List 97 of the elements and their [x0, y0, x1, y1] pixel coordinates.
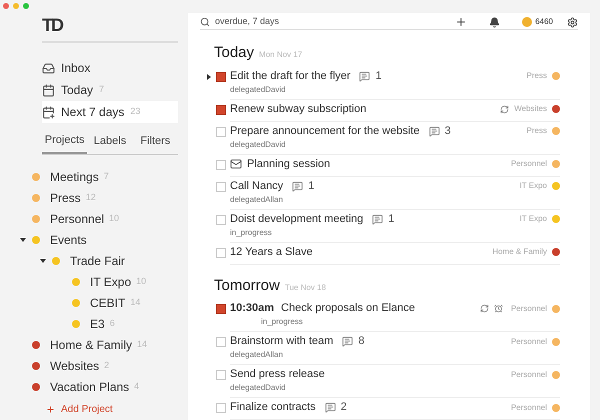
task-checkbox[interactable]	[216, 72, 226, 82]
project-count: 6	[110, 317, 115, 330]
karma-badge-icon	[522, 17, 532, 27]
project-name[interactable]: IT Expo	[90, 273, 132, 291]
task-time: 10:30am	[230, 302, 274, 315]
task-title[interactable]: 12 Years a Slave	[230, 246, 313, 258]
project-name[interactable]: Home & Family	[50, 336, 132, 354]
section-title: Tomorrow	[214, 276, 280, 296]
task-checkbox[interactable]	[216, 304, 226, 314]
section-date: Mon Nov 17	[259, 49, 302, 61]
sidebar-tab[interactable]: Filters	[132, 132, 178, 154]
task-row[interactable]: 10:30am Check proposals on Elance in_progress Personnel	[206, 299, 560, 332]
project-name[interactable]: Websites	[50, 357, 100, 375]
task-note: delegatedDavid	[230, 84, 287, 96]
comment-count: 2	[340, 401, 347, 414]
task-title[interactable]: Renew subway subscription	[230, 102, 366, 116]
task-row[interactable]: Brainstorm with team 8 delegatedAllan Personnel	[206, 332, 560, 365]
comment-icon[interactable]	[324, 402, 336, 413]
close-window-button[interactable]	[3, 3, 9, 9]
project-count: 10	[109, 212, 120, 226]
caret-icon[interactable]	[40, 258, 46, 264]
task-note: delegatedAllan	[230, 349, 284, 361]
task-title[interactable]: Call Nancy	[230, 180, 284, 192]
task-title[interactable]: Finalize contracts	[230, 401, 316, 414]
task-row[interactable]: Edit the draft for the flyer 1 delegatedDavid Press	[206, 66, 560, 100]
app-logo: TD	[42, 15, 62, 35]
task-note: in_progress	[230, 226, 273, 238]
settings-icon[interactable]	[567, 16, 578, 28]
task-row[interactable]: Finalize contracts 2 Personnel	[206, 398, 560, 420]
task-title[interactable]: Doist development meeting	[230, 212, 364, 226]
task-row[interactable]: Call Nancy 1 delegatedAllan IT Expo	[206, 176, 560, 210]
project-name[interactable]: Trade Fair	[70, 252, 125, 270]
task-row[interactable]: 12 Years a Slave Home & Family	[206, 242, 560, 264]
comment-icon[interactable]	[428, 126, 440, 136]
comment-count: 1	[375, 70, 382, 82]
task-note: delegatedDavid	[230, 382, 287, 394]
project-count: 4	[134, 380, 140, 394]
task-row[interactable]: Send press release delegatedDavid Personnel	[206, 365, 560, 398]
calendar-icon	[42, 84, 55, 96]
recurring-icon	[500, 104, 510, 114]
caret-icon[interactable]	[20, 237, 26, 243]
sidebar-tab[interactable]: Projects	[42, 132, 88, 154]
comment-icon[interactable]	[372, 214, 384, 224]
comment-count: 3	[444, 124, 451, 138]
project-count: 14	[137, 338, 148, 352]
task-title[interactable]: Edit the draft for the flyer	[230, 70, 350, 82]
comment-count: 1	[308, 180, 314, 192]
section-date: Tue Nov 18	[284, 282, 326, 294]
nav-item[interactable]: Today 7	[42, 79, 178, 101]
comment-count: 8	[358, 335, 364, 348]
task-note: in_progress	[261, 316, 304, 328]
task-row[interactable]: Planning session Personnel	[206, 154, 560, 176]
task-title[interactable]: Brainstorm with team	[230, 335, 334, 348]
sidebar-tab[interactable]: Labels	[87, 132, 133, 154]
nav-item[interactable]: Next 7 days 23	[42, 101, 178, 123]
project-count: 14	[130, 296, 140, 310]
alarm-icon	[494, 304, 503, 313]
mail-icon	[230, 158, 242, 170]
task-row[interactable]: Prepare announcement for the website 3 delegatedDavid Press	[206, 122, 560, 154]
project-name[interactable]: Events	[50, 231, 87, 249]
comment-icon[interactable]	[359, 70, 370, 82]
task-row[interactable]: Doist development meeting 1 in_progress IT Expo	[206, 210, 560, 242]
section-title: Today	[214, 43, 254, 63]
karma-score[interactable]: 6460	[535, 16, 553, 28]
task-checkbox[interactable]	[216, 104, 226, 114]
task-title[interactable]: Send press release	[230, 368, 325, 381]
project-name[interactable]: E3	[90, 315, 105, 333]
comment-icon[interactable]	[342, 336, 354, 347]
project-count: 2	[104, 359, 110, 372]
project-name[interactable]: CEBIT	[90, 294, 126, 312]
project-name[interactable]: Press	[50, 189, 81, 207]
task-title[interactable]: Planning session	[247, 158, 330, 170]
task-note: delegatedAllan	[230, 194, 284, 206]
caret-icon[interactable]	[206, 74, 212, 80]
zoom-window-button[interactable]	[23, 3, 29, 9]
calendar-plus-icon	[42, 106, 55, 118]
add-task-icon[interactable]	[455, 16, 468, 28]
inbox-icon	[42, 62, 55, 74]
project-count: 12	[86, 191, 96, 204]
search-field[interactable]: overdue, 7 days	[215, 15, 456, 29]
nav-item[interactable]: Inbox	[42, 57, 178, 79]
project-name[interactable]: Meetings	[50, 168, 99, 186]
comment-count: 1	[388, 212, 394, 226]
plus-icon	[46, 404, 55, 414]
search-icon[interactable]	[200, 17, 210, 27]
task-row[interactable]: Renew subway subscription Websites	[206, 100, 560, 122]
comment-icon[interactable]	[292, 180, 304, 192]
project-name[interactable]: Vacation Plans	[50, 378, 130, 396]
project-name[interactable]: Personnel	[50, 210, 104, 228]
add-project-button[interactable]: Add Project	[46, 402, 113, 416]
project-count: 7	[104, 170, 109, 184]
task-note: delegatedDavid	[230, 138, 287, 150]
recurring-icon	[480, 304, 489, 313]
task-title[interactable]: Prepare announcement for the website	[230, 124, 420, 138]
notifications-icon[interactable]	[489, 16, 500, 28]
project-count: 10	[136, 275, 146, 288]
task-title[interactable]: Check proposals on Elance	[281, 302, 415, 315]
